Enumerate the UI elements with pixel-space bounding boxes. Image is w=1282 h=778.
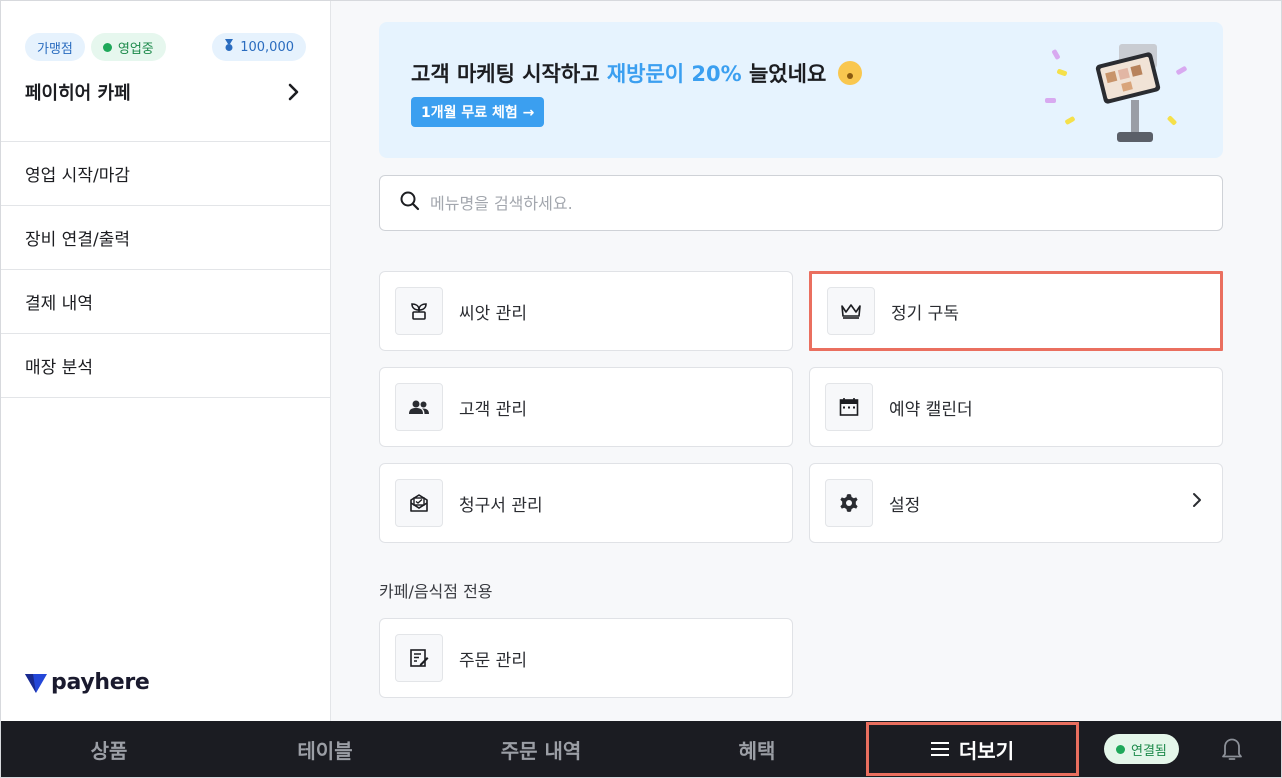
menu-card-label: 예약 캘린더 [889,399,973,420]
menu-card-invoice-management[interactable]: 청구서 관리 [379,463,793,543]
sidebar-item-label: 장비 연결/출력 [25,230,130,250]
menu-card-customer-management[interactable]: 고객 관리 [379,367,793,447]
open-status-badge: 영업중 [90,33,166,61]
people-icon [395,383,443,431]
marketing-banner[interactable]: 고객 마케팅 시작하고 재방문이 20% 늘었네요 1개월 무료 체험 → [379,22,1223,158]
main-content: 고객 마케팅 시작하고 재방문이 20% 늘었네요 1개월 무료 체험 → 메뉴… [331,1,1281,721]
menu-card-order-management[interactable]: 주문 관리 [379,618,793,698]
points-badge[interactable]: 100,000 [212,33,306,61]
confetti-decoration [1064,115,1076,126]
sidebar-item-label: 매장 분석 [25,358,93,378]
store-name: 페이히어 카페 [25,83,131,104]
search-input[interactable] [430,193,1190,213]
tab-benefits[interactable]: 혜택 [649,721,865,777]
invoice-icon [395,479,443,527]
store-chips: 가맹점 영업중 100,000 [25,33,306,61]
store-header: 가맹점 영업중 100,000 페이히어 카페 [1,1,330,142]
sidebar: 가맹점 영업중 100,000 페이히어 카페 영업 시작/마감 장비 연결/출… [1,1,331,721]
menu-card-seed-management[interactable]: 씨앗 관리 [379,271,793,351]
menu-search-bar[interactable] [379,175,1223,231]
status-dot-icon [102,42,112,52]
menu-card-reservation-calendar[interactable]: 예약 캘린더 [809,367,1223,447]
tab-more[interactable]: 더보기 [866,722,1079,776]
shush-emoji-icon [837,61,862,85]
payhere-logo: payhere [25,670,150,695]
calendar-icon [825,383,873,431]
connection-status-badge[interactable]: 연결됨 [1104,734,1179,764]
cafe-restaurant-section-title: 카페/음식점 전용 [379,582,493,601]
pos-device-illustration [1079,38,1169,150]
banner-title-text: 고객 마케팅 시작하고 [411,62,607,86]
banner-title: 고객 마케팅 시작하고 재방문이 20% 늘었네요 [411,58,862,88]
chevron-right-icon [1192,492,1202,512]
confetti-decoration [1056,68,1068,77]
logo-text: payhere [51,670,150,695]
confetti-decoration [1051,48,1061,61]
payhere-logo-icon [25,673,47,693]
sidebar-item-label: 결제 내역 [25,294,93,314]
sprout-icon [395,287,443,335]
order-edit-icon [395,634,443,682]
store-name-row[interactable]: 페이히어 카페 [25,79,306,105]
chevron-right-icon[interactable] [282,80,306,104]
menu-card-label: 주문 관리 [459,650,527,671]
tab-tables[interactable]: 테이블 [217,721,433,777]
franchise-badge: 가맹점 [25,33,85,61]
menu-card-subscription[interactable]: 정기 구독 [809,271,1223,351]
menu-card-settings[interactable]: 설정 [809,463,1223,543]
sidebar-item-business-open-close[interactable]: 영업 시작/마감 [1,142,330,206]
tab-products[interactable]: 상품 [1,721,217,777]
bottom-navigation: 상품 테이블 주문 내역 혜택 더보기 연결됨 [1,721,1281,777]
open-status-label: 영업중 [117,41,154,57]
status-dot-icon [1116,744,1125,754]
banner-title-suffix: 늘었네요 [741,62,827,86]
sidebar-item-label: 영업 시작/마감 [25,166,130,186]
sidebar-item-payment-history[interactable]: 결제 내역 [1,270,330,334]
tab-order-history[interactable]: 주문 내역 [433,721,649,777]
menu-card-label: 청구서 관리 [459,495,543,516]
tab-more-label: 더보기 [958,738,1015,763]
gear-icon [825,479,873,527]
banner-title-highlight: 재방문이 20% [606,62,742,86]
menu-card-label: 정기 구독 [891,303,959,324]
confetti-decoration [1175,65,1188,76]
confetti-decoration [1045,98,1056,103]
menu-card-label: 씨앗 관리 [459,303,527,324]
sidebar-item-device-connect[interactable]: 장비 연결/출력 [1,206,330,270]
free-trial-button[interactable]: 1개월 무료 체험 → [411,97,545,127]
crown-icon [827,287,875,335]
medal-icon [224,39,234,55]
menu-card-label: 고객 관리 [459,399,527,420]
sidebar-item-store-analytics[interactable]: 매장 분석 [1,334,330,398]
menu-card-label: 설정 [889,495,921,516]
hamburger-menu-icon [930,741,949,757]
bell-icon[interactable] [1221,736,1243,766]
search-icon [400,191,420,215]
points-value: 100,000 [240,39,294,55]
connection-status-label: 연결됨 [1131,743,1167,759]
